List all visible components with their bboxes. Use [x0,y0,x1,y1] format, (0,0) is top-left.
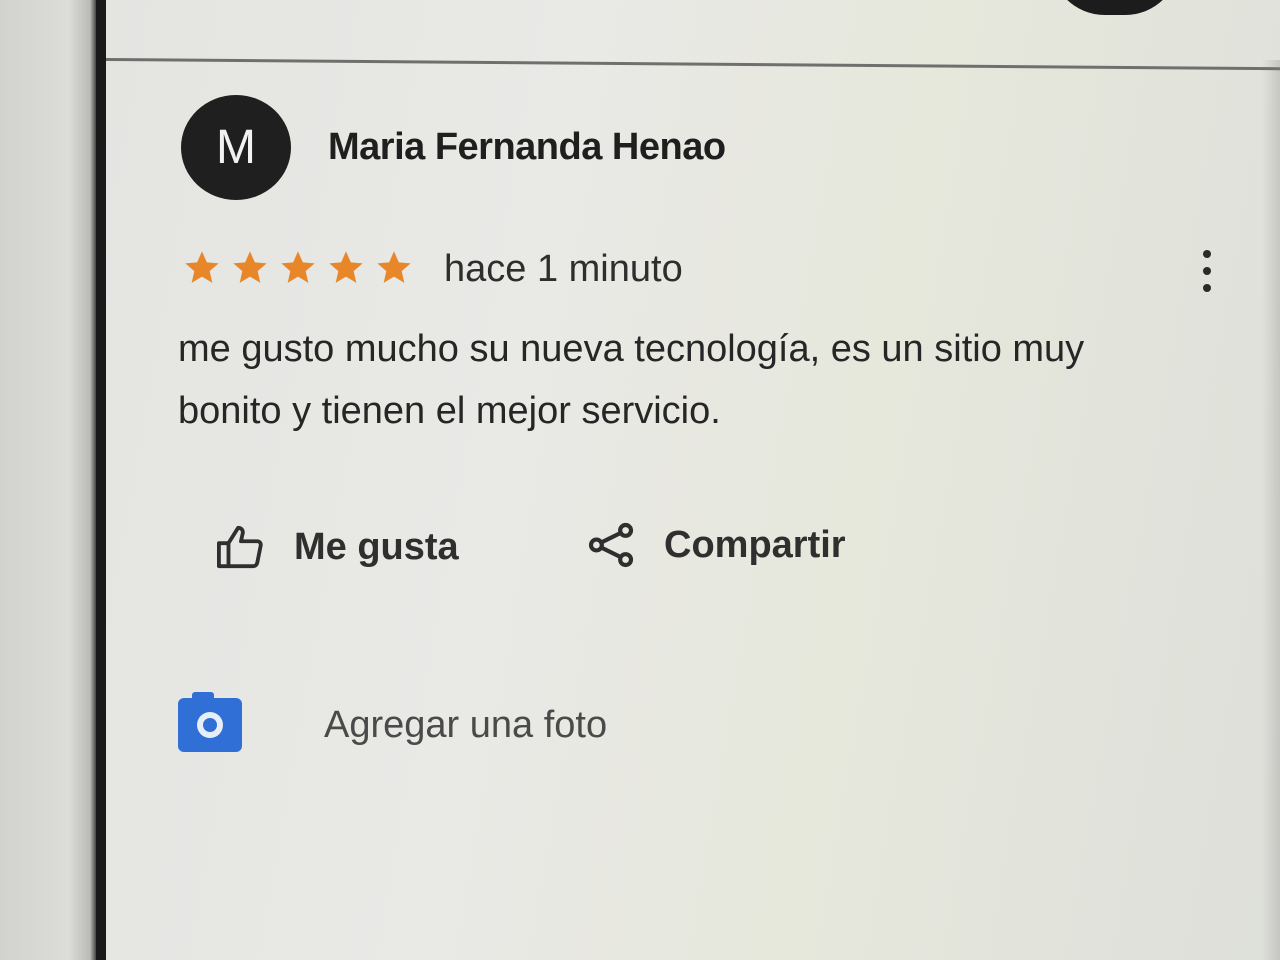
review-time: hace 1 minuto [444,248,683,290]
star-icon [377,251,411,283]
star-icon [281,251,315,283]
review-text-line: me gusto mucho su nueva tecnología, es u… [178,328,1085,370]
screen-bezel [0,0,98,960]
share-button[interactable]: Compartir [586,520,846,570]
add-photo-label: Agregar una foto [324,703,608,746]
star-icon [329,251,363,283]
camera-icon [178,692,242,752]
add-photo-button[interactable]: Agregar una foto [178,692,608,752]
thumbs-up-icon [217,525,263,569]
review-text: me gusto mucho su nueva tecnología, es u… [178,318,1218,442]
screen-edge [96,0,106,960]
divider [105,58,1280,71]
reviewer-name[interactable]: Maria Fernanda Henao [328,126,726,169]
like-button[interactable]: Me gusta [214,524,459,570]
star-rating [180,248,416,288]
share-icon [588,522,634,568]
screen-shadow [1262,60,1280,960]
top-avatar-fragment [1050,0,1180,15]
share-label: Compartir [664,523,846,566]
like-label: Me gusta [294,525,459,568]
star-icon [185,251,219,283]
avatar[interactable]: M [181,95,291,200]
star-icon [233,251,267,283]
avatar-initial: M [216,121,256,174]
review-text-line: bonito y tienen el mejor servicio. [178,390,721,432]
review-screen: M Maria Fernanda Henao hace 1 minuto me … [0,0,1280,960]
more-vertical-icon[interactable] [1194,250,1220,292]
